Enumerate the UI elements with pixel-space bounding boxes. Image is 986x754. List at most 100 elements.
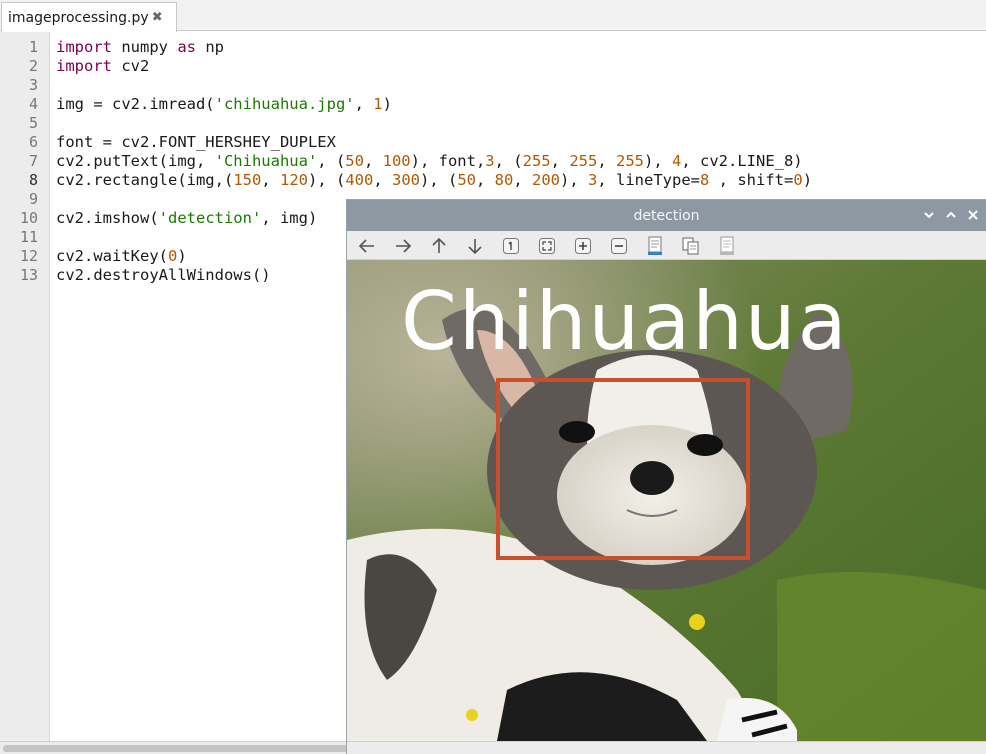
copy-image-icon[interactable]: [680, 235, 702, 257]
code-token: ,: [597, 152, 616, 170]
code-number: 255: [569, 152, 598, 170]
zoom-original-icon[interactable]: [500, 235, 522, 257]
code-number: 50: [345, 152, 364, 170]
code-number: 50: [457, 171, 476, 189]
code-token: font = cv2.FONT_HERSHEY_DUPLEX: [56, 133, 336, 151]
overlay-label: Chihuahua: [401, 275, 849, 368]
code-number: 120: [279, 171, 308, 189]
zoom-fit-icon[interactable]: [536, 235, 558, 257]
line-number: 8: [28, 171, 38, 189]
code-line[interactable]: cv2.imshow('detection', img): [56, 209, 317, 228]
window-title: detection: [633, 207, 700, 224]
line-number: 6: [28, 133, 38, 151]
code-token: cv2.imshow(: [56, 209, 159, 227]
code-token: , cv2.LINE_8): [681, 152, 803, 170]
image-canvas[interactable]: Chihuahua: [347, 260, 986, 741]
arrow-up-icon[interactable]: [428, 235, 450, 257]
detection-window[interactable]: detection Chihuahua: [346, 199, 986, 754]
code-token: ), (: [307, 171, 346, 189]
line-number: 11: [19, 228, 38, 246]
code-token: , (: [494, 152, 523, 170]
code-keyword: as: [177, 38, 196, 56]
code-token: , shift=: [709, 171, 794, 189]
code-number: 0: [167, 247, 178, 265]
code-token: ), (: [419, 171, 458, 189]
code-token: ,: [354, 95, 374, 113]
code-number: 0: [793, 171, 803, 189]
editor-tab-bar: imageprocessing.py ✖: [0, 0, 986, 32]
scrollbar-thumb[interactable]: [3, 745, 348, 752]
window-titlebar[interactable]: detection: [347, 200, 986, 231]
line-number: 4: [28, 95, 38, 113]
code-token: numpy: [112, 38, 178, 56]
code-line[interactable]: cv2.waitKey(0): [56, 247, 187, 266]
code-number: 4: [671, 152, 682, 170]
close-icon[interactable]: [964, 206, 982, 224]
code-token: cv2.destroyAllWindows(): [56, 266, 271, 284]
code-number: 200: [532, 171, 560, 189]
line-number: 2: [28, 57, 38, 75]
image-toolbar: [347, 231, 986, 260]
file-tab[interactable]: imageprocessing.py ✖: [1, 2, 177, 32]
code-string: 'Chihuahua': [214, 152, 318, 170]
code-token: , img): [261, 209, 318, 227]
code-line[interactable]: cv2.putText(img, 'Chihuahua' , ( 50, 100),…: [56, 152, 803, 171]
arrow-right-icon[interactable]: [392, 235, 414, 257]
code-token: ): [177, 247, 187, 265]
code-number: 100: [382, 152, 411, 170]
code-token: cv2.waitKey(: [56, 247, 168, 265]
code-number: 3: [485, 152, 495, 170]
line-number: 10: [19, 209, 38, 227]
code-line[interactable]: font = cv2.FONT_HERSHEY_DUPLEX: [56, 133, 336, 152]
chevron-up-icon[interactable]: [942, 206, 960, 224]
zoom-in-icon[interactable]: [572, 235, 594, 257]
code-token: ), font,: [410, 152, 486, 170]
arrow-left-icon[interactable]: [356, 235, 378, 257]
code-token: cv2.putText(img,: [56, 152, 215, 170]
line-number: 5: [28, 114, 38, 132]
code-token: np: [196, 38, 224, 56]
code-token: ,: [363, 152, 383, 170]
code-number: 3: [588, 171, 598, 189]
properties-icon[interactable]: [716, 235, 738, 257]
code-line[interactable]: import numpy as np: [56, 38, 224, 57]
line-number: 12: [19, 247, 38, 265]
code-keyword: import: [56, 57, 112, 75]
code-line[interactable]: img = cv2.imread('chihuahua.jpg', 1): [56, 95, 392, 114]
line-number: 9: [28, 190, 38, 208]
code-token: ),: [643, 152, 672, 170]
code-number: 150: [233, 171, 262, 189]
code-line[interactable]: import cv2: [56, 57, 149, 76]
chevron-down-icon[interactable]: [920, 206, 938, 224]
code-token: img = cv2.imread(: [56, 95, 215, 113]
code-number: 400: [345, 171, 374, 189]
code-token: ,: [513, 171, 532, 189]
code-string: 'chihuahua.jpg': [214, 95, 355, 113]
window-bottom-bar: [347, 741, 986, 754]
code-number: 1: [373, 95, 383, 113]
code-token: ): [382, 95, 392, 113]
detection-rectangle: [496, 378, 750, 560]
code-token: ),: [560, 171, 588, 189]
code-token: ,: [550, 152, 570, 170]
close-icon[interactable]: ✖: [152, 11, 163, 24]
code-token: cv2: [112, 57, 150, 75]
zoom-out-icon[interactable]: [608, 235, 630, 257]
code-number: 255: [522, 152, 551, 170]
code-token: ,: [475, 171, 495, 189]
code-line[interactable]: cv2.destroyAllWindows(): [56, 266, 271, 285]
code-token: ,: [373, 171, 392, 189]
arrow-down-icon[interactable]: [464, 235, 486, 257]
save-image-icon[interactable]: [644, 235, 666, 257]
code-line[interactable]: cv2.rectangle(img,(150, 120), (400, 300)…: [56, 171, 812, 190]
code-keyword: import: [56, 38, 112, 56]
code-number: 255: [615, 152, 644, 170]
code-token: ): [802, 171, 813, 189]
line-number-gutter: 1 2 3 4 5 6 7 8 9 10 11 12 13: [0, 32, 50, 741]
code-token: ,: [261, 171, 280, 189]
code-token: cv2.rectangle(img,(: [56, 171, 234, 189]
file-tab-label: imageprocessing.py: [8, 9, 149, 26]
code-number: 300: [391, 171, 420, 189]
code-number: 8: [700, 171, 710, 189]
code-number: 80: [494, 171, 514, 189]
